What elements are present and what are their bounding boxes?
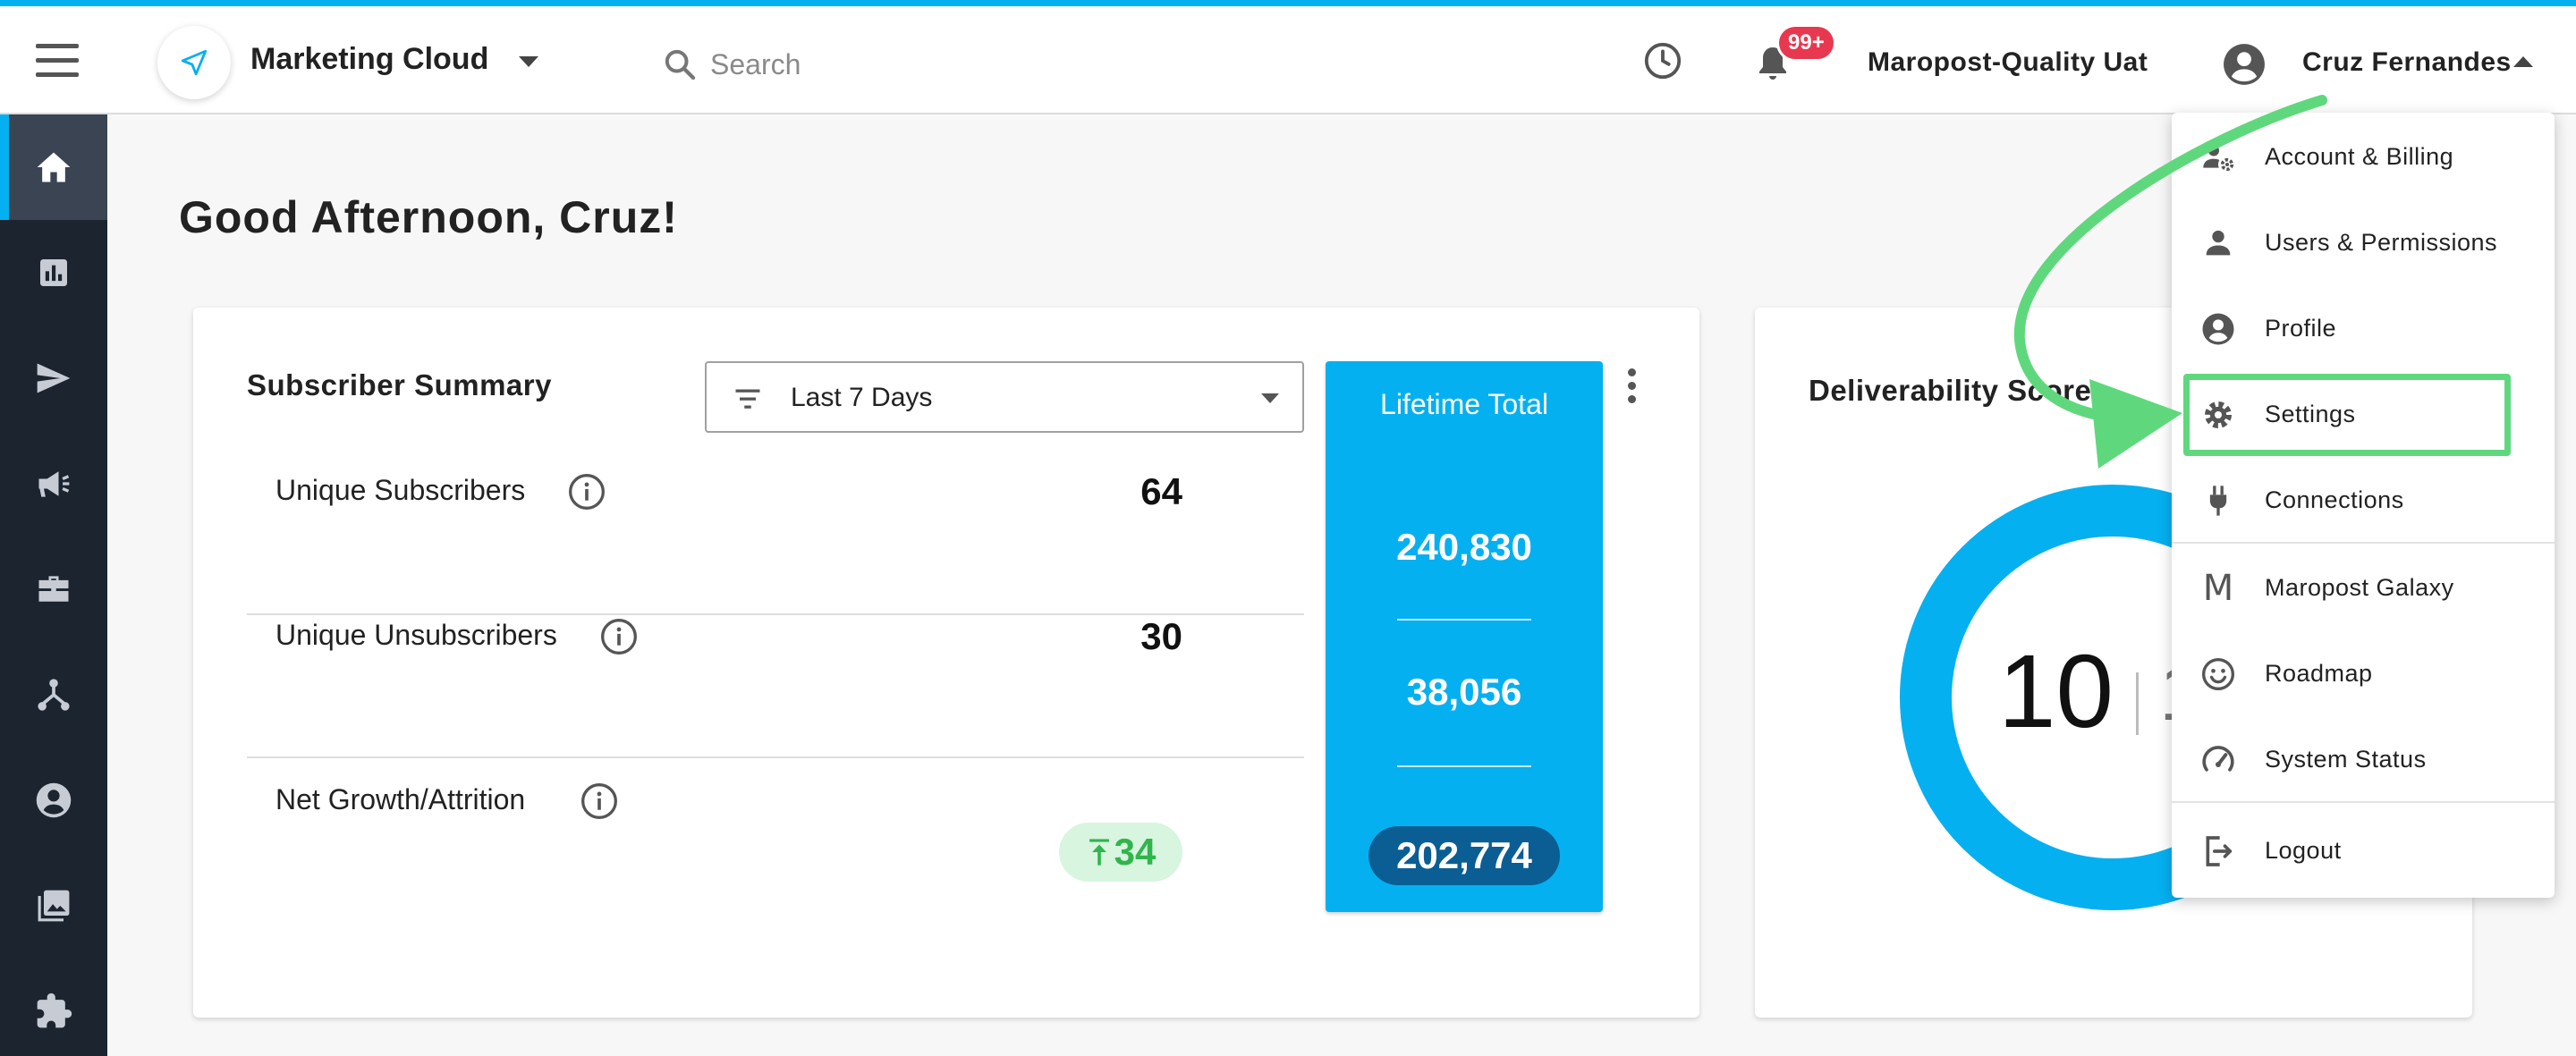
home-icon	[37, 152, 71, 182]
lifetime-total-panel: Lifetime Total 240,830 38,056 202,774	[1326, 361, 1603, 912]
menu-item-label: System Status	[2265, 746, 2427, 773]
page-greeting: Good Afternoon, Cruz!	[179, 192, 678, 242]
profile-icon	[2200, 311, 2236, 347]
journey-icon	[38, 679, 70, 711]
trend-up-icon	[1089, 839, 1109, 866]
menu-item-label: Profile	[2265, 315, 2337, 342]
reports-icon	[40, 259, 67, 286]
megaphone-icon	[38, 471, 70, 497]
score-separator	[2136, 672, 2139, 735]
history-clock-icon[interactable]	[1642, 40, 1683, 81]
subscriber-summary-title: Subscriber Summary	[247, 368, 552, 401]
sidebar-item-tools[interactable]	[0, 536, 107, 642]
search-input[interactable]	[710, 47, 1157, 81]
menu-divider	[2172, 801, 2555, 803]
stat-label: Net Growth/Attrition	[275, 783, 526, 815]
menu-item-users-permissions[interactable]: Users & Permissions	[2172, 199, 2555, 284]
menu-item-system-status[interactable]: System Status	[2172, 715, 2555, 801]
sidebar-item-journeys[interactable]	[0, 642, 107, 748]
product-switcher-caret-icon[interactable]	[519, 56, 538, 67]
contact-icon	[36, 782, 72, 818]
lifetime-total-title: Lifetime Total	[1380, 388, 1548, 420]
stat-value: 30	[1140, 615, 1182, 657]
menu-item-logout[interactable]: Logout	[2172, 807, 2555, 892]
net-growth-badge: 34	[1059, 823, 1182, 882]
info-icon[interactable]	[580, 781, 619, 821]
plug-icon	[2200, 483, 2236, 519]
net-growth-value: 34	[1114, 831, 1157, 873]
stat-label: Unique Subscribers	[275, 474, 526, 506]
sidebar-item-home[interactable]	[0, 114, 107, 220]
date-range-caret-icon	[1261, 393, 1279, 403]
product-switcher-label[interactable]: Marketing Cloud	[250, 42, 488, 77]
gallery-icon	[38, 890, 70, 922]
puzzle-icon	[37, 993, 72, 1028]
logout-icon	[2200, 833, 2236, 869]
maropost-m-icon: M	[2202, 568, 2234, 609]
account-name[interactable]: Maropost-Quality Uat	[1868, 47, 2148, 78]
user-avatar-icon[interactable]	[2222, 42, 2267, 87]
sidebar-item-reports[interactable]	[0, 220, 107, 325]
menu-item-label: Users & Permissions	[2265, 229, 2498, 256]
stat-row-unique-unsubscribers: Unique Unsubscribers 30	[247, 567, 1304, 710]
settings-highlight-box	[2183, 374, 2511, 456]
product-logo-icon[interactable]	[157, 26, 231, 99]
stat-value: 64	[1140, 470, 1182, 512]
info-icon[interactable]	[567, 472, 606, 511]
top-accent-bar	[0, 0, 2576, 6]
sidebar-item-campaigns[interactable]	[0, 325, 107, 431]
stat-label: Unique Unsubscribers	[275, 619, 557, 651]
search-icon	[665, 49, 696, 80]
hamburger-menu-icon[interactable]	[36, 44, 79, 78]
deliverability-title: Deliverability Score	[1809, 374, 2092, 407]
deliverability-score-value: 10	[1998, 633, 2114, 749]
sidebar-item-marketing[interactable]	[0, 431, 107, 536]
lifetime-divider	[1397, 619, 1531, 621]
user-menu-toggle[interactable]: Cruz Fernandes	[2302, 47, 2512, 78]
lifetime-net-value: 202,774	[1368, 826, 1560, 885]
menu-item-label: Roadmap	[2265, 660, 2373, 687]
user-menu-caret-icon[interactable]	[2513, 56, 2533, 67]
left-sidebar	[0, 114, 107, 1056]
person-icon	[2200, 225, 2236, 261]
menu-item-label: Logout	[2265, 837, 2342, 864]
lifetime-divider	[1397, 765, 1531, 767]
send-icon	[37, 363, 71, 393]
filter-icon	[735, 389, 760, 409]
menu-item-profile[interactable]: Profile	[2172, 284, 2555, 370]
account-settings-icon	[2200, 139, 2236, 175]
speedometer-icon	[2200, 742, 2236, 778]
date-range-value: Last 7 Days	[791, 383, 933, 412]
briefcase-icon	[38, 576, 69, 602]
lifetime-subscribers-value: 240,830	[1396, 526, 1532, 568]
menu-item-maropost-galaxy[interactable]: M Maropost Galaxy	[2172, 544, 2555, 629]
search-bar	[662, 42, 1199, 87]
top-header: Marketing Cloud 99+ Maropost-Quality Uat…	[0, 6, 2576, 114]
smiley-icon	[2200, 656, 2236, 692]
menu-item-account-billing[interactable]: Account & Billing	[2172, 113, 2555, 199]
info-icon[interactable]	[599, 617, 639, 656]
subscriber-summary-card: Subscriber Summary Last 7 Days Unique Su…	[193, 308, 1699, 1018]
menu-item-roadmap[interactable]: Roadmap	[2172, 629, 2555, 715]
menu-item-label: Account & Billing	[2265, 143, 2454, 170]
user-dropdown-menu: Account & Billing Users & Permissions Pr…	[2172, 113, 2555, 898]
sidebar-item-media[interactable]	[0, 853, 107, 959]
lifetime-unsubscribers-value: 38,056	[1406, 671, 1522, 713]
stat-row-unique-subscribers: Unique Subscribers 64	[247, 422, 1304, 565]
sidebar-item-contacts[interactable]	[0, 748, 107, 853]
menu-item-label: Maropost Galaxy	[2265, 574, 2454, 601]
notification-count-badge[interactable]: 99+	[1776, 24, 1836, 62]
menu-item-connections[interactable]: Connections	[2172, 456, 2555, 542]
card-options-kebab-icon[interactable]	[1628, 368, 1639, 404]
menu-item-label: Connections	[2265, 486, 2404, 513]
sidebar-item-integrations[interactable]	[0, 959, 107, 1056]
